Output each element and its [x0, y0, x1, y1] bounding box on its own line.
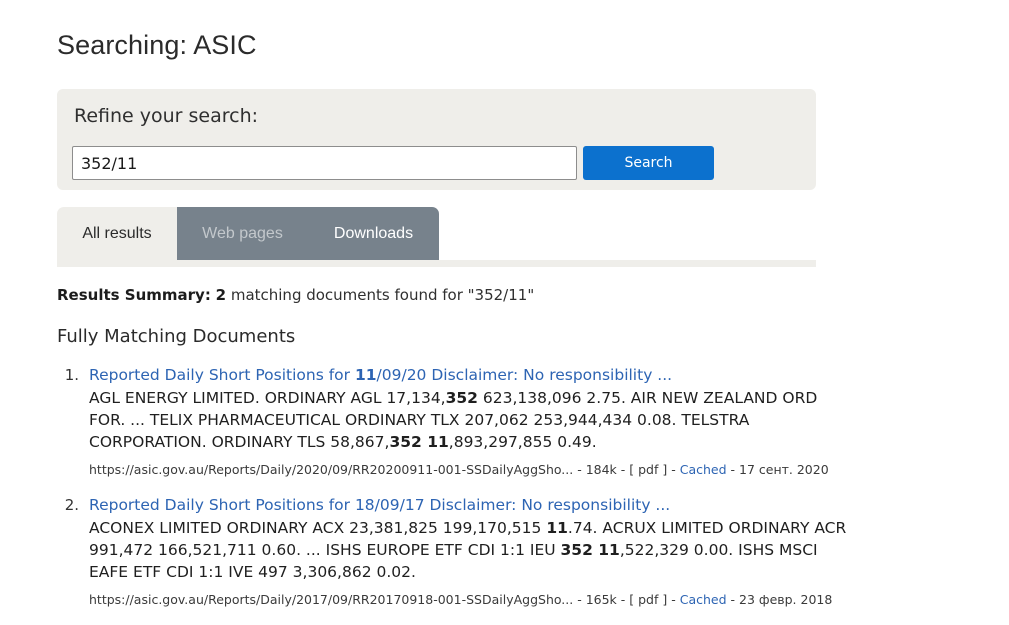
result-title-link[interactable]: Reported Daily Short Positions for 11/09… [89, 365, 857, 385]
refine-search-panel: Refine your search: Search [57, 89, 816, 190]
result-snippet: AGL ENERGY LIMITED. ORDINARY AGL 17,134,… [89, 387, 849, 453]
meta-separator: - [726, 592, 739, 607]
tab-all-results-label: All results [82, 224, 152, 242]
meta-separator: - [616, 462, 630, 477]
tab-downloads-label: Downloads [333, 224, 414, 242]
cached-link[interactable]: Cached [680, 592, 727, 607]
highlight-term: 352 [445, 389, 478, 407]
result-url: https://asic.gov.au/Reports/Daily/2017/0… [89, 592, 574, 607]
results-summary-text: matching documents found for "352/11" [226, 286, 535, 304]
result-filetype: [ pdf ] [629, 592, 668, 607]
cached-link[interactable]: Cached [680, 462, 727, 477]
section-heading-fully-matching: Fully Matching Documents [57, 326, 296, 347]
results-summary-count: 2 [215, 286, 227, 304]
text-run: ,893,297,855 0.49. [448, 433, 597, 451]
highlight-term: 352 11 [560, 541, 620, 559]
tabbar-underline [57, 260, 816, 267]
meta-separator: - [667, 462, 680, 477]
result-index: 1. [64, 366, 79, 384]
page-title: Searching: ASIC [57, 30, 257, 60]
result-meta: https://asic.gov.au/Reports/Daily/2020/0… [89, 462, 857, 477]
result-title-link[interactable]: Reported Daily Short Positions for 18/09… [89, 495, 857, 515]
search-input[interactable] [72, 146, 577, 180]
search-results-page: Searching: ASIC Refine your search: Sear… [0, 0, 1009, 619]
text-run: Reported Daily Short Positions for [89, 366, 355, 384]
highlight-term: 11 [546, 519, 568, 537]
tab-web-pages-label: Web pages [202, 224, 283, 242]
result-index: 2. [64, 496, 79, 514]
result-item: 1. Reported Daily Short Positions for 11/… [57, 365, 857, 477]
text-run: /09/20 Disclaimer: No responsibility ... [376, 366, 673, 384]
results-tabbar: All results Web pages Downloads [57, 207, 816, 267]
result-size: 165k [585, 592, 617, 607]
text-run: AGL ENERGY LIMITED. ORDINARY AGL 17,134, [89, 389, 446, 407]
result-meta: https://asic.gov.au/Reports/Daily/2017/0… [89, 592, 857, 607]
search-row: Search [72, 146, 714, 180]
result-date: 23 февр. 2018 [739, 592, 833, 607]
text-run: Reported Daily Short Positions for 18/09… [89, 496, 671, 514]
meta-separator: - [726, 462, 739, 477]
highlight-term: 352 11 [389, 433, 449, 451]
meta-separator: - [573, 592, 586, 607]
results-summary-prefix: Results Summary: [57, 286, 211, 304]
results-summary: Results Summary: 2 matching documents fo… [57, 286, 534, 304]
tab-all-results[interactable]: All results [57, 207, 177, 260]
tab-downloads[interactable]: Downloads [308, 207, 439, 260]
highlight-term: 11 [354, 366, 377, 384]
refine-search-label: Refine your search: [74, 105, 259, 127]
meta-separator: - [616, 592, 630, 607]
tab-web-pages[interactable]: Web pages [177, 207, 308, 260]
result-snippet: ACONEX LIMITED ORDINARY ACX 23,381,825 1… [89, 517, 849, 583]
result-filetype: [ pdf ] [629, 462, 668, 477]
text-run: ACONEX LIMITED ORDINARY ACX 23,381,825 1… [89, 519, 547, 537]
tabs-group: All results Web pages Downloads [57, 207, 439, 260]
search-button[interactable]: Search [583, 146, 714, 180]
result-size: 184k [585, 462, 617, 477]
meta-separator: - [667, 592, 680, 607]
result-item: 2. Reported Daily Short Positions for 18/… [57, 495, 857, 607]
result-url: https://asic.gov.au/Reports/Daily/2020/0… [89, 462, 574, 477]
results-list: 1. Reported Daily Short Positions for 11/… [57, 365, 857, 625]
meta-separator: - [573, 462, 586, 477]
result-date: 17 сент. 2020 [739, 462, 829, 477]
